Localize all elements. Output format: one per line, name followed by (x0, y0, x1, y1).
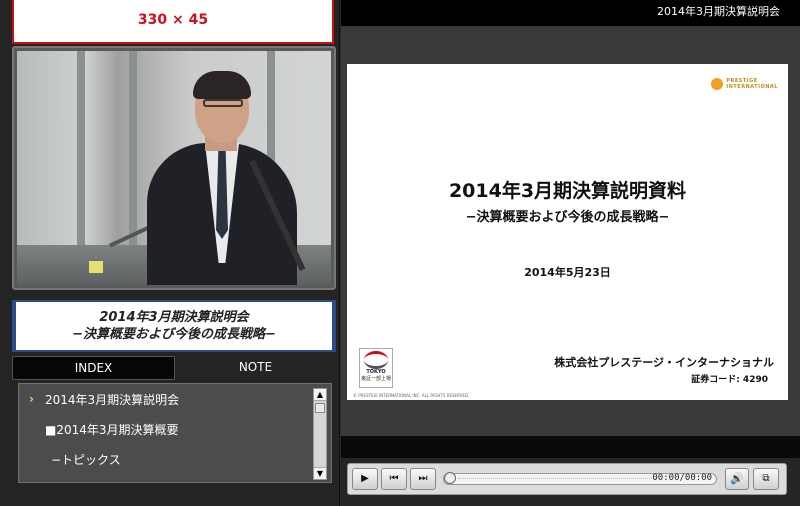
index-item[interactable]: ■2014年3月期決算概要 (19, 414, 331, 444)
slide-date: 2014年5月23日 (524, 266, 611, 279)
speaker-video[interactable] (17, 51, 331, 285)
tab-index[interactable]: INDEX (12, 356, 175, 380)
skip-forward-icon: ⏭ (418, 473, 428, 484)
tab-note[interactable]: NOTE (175, 356, 336, 380)
index-item[interactable]: −トピックス (19, 444, 331, 474)
slide-subtitle: −決算概要および今後の成長戦略− (465, 210, 670, 225)
left-panel: 330 × 45 2014年3月期決算説明会 −決算概要および今後の成長戦略− … (0, 0, 340, 506)
chevron-right-icon: › (29, 392, 34, 406)
seek-handle[interactable] (444, 472, 456, 484)
popout-button[interactable]: ⧉ (753, 468, 779, 490)
copyright: © PRESTIGE INTERNATIONAL INC. ALL RIGHTS… (353, 393, 470, 398)
video-frame (12, 46, 336, 290)
presentation-slide: PRESTIGE INTERNATIONAL 2014年3月期決算説明資料 −決… (347, 64, 788, 400)
index-list: › 2014年3月期決算説明会 ■2014年3月期決算概要 −トピックス ▲ ▼ (18, 383, 332, 483)
logo-text-2: INTERNATIONAL (726, 84, 778, 90)
speaker-icon: 🔊 (730, 472, 744, 485)
tab-bar: INDEX NOTE (12, 356, 336, 380)
player-controls: ▶ ⏮ ⏭ 00:00/00:00 🔊 ⧉ (347, 463, 787, 495)
control-gap (341, 436, 800, 458)
session-title: 2014年3月期決算説明会 −決算概要および今後の成長戦略− (12, 300, 336, 352)
banner-text: 330 × 45 (137, 12, 209, 28)
seek-bar[interactable]: 00:00/00:00 (443, 472, 717, 485)
tse-badge-sub: 東証一部上場 (360, 376, 391, 382)
tse-badge: TOKYO 東証一部上場 (359, 348, 393, 388)
right-panel: 2014年3月期決算説明会 PRESTIGE INTERNATIONAL 201… (341, 0, 800, 506)
previous-button[interactable]: ⏮ (381, 468, 407, 490)
page-title: 2014年3月期決算説明会 (657, 5, 780, 18)
logo-mark-icon (711, 78, 724, 90)
scroll-up-icon[interactable]: ▲ (314, 389, 326, 401)
stock-code: 証券コード: 4290 (691, 375, 768, 385)
slide-area: PRESTIGE INTERNATIONAL 2014年3月期決算説明資料 −決… (341, 26, 800, 436)
volume-button[interactable]: 🔊 (725, 468, 749, 490)
tse-logo-icon (364, 351, 388, 369)
index-item[interactable]: › 2014年3月期決算説明会 (19, 384, 331, 414)
company-name: 株式会社プレステージ・インターナショナル (554, 356, 774, 369)
index-item-label: −トピックス (51, 452, 121, 467)
play-button[interactable]: ▶ (352, 468, 378, 490)
scroll-thumb[interactable] (315, 403, 325, 413)
popout-icon: ⧉ (762, 473, 770, 484)
index-scrollbar[interactable]: ▲ ▼ (313, 388, 327, 480)
scroll-down-icon[interactable]: ▼ (314, 467, 326, 479)
session-title-line1: 2014年3月期決算説明会 (99, 310, 249, 325)
index-item-label: ■2014年3月期決算概要 (45, 422, 179, 437)
index-item-label: 2014年3月期決算説明会 (45, 392, 180, 407)
slide-title: 2014年3月期決算説明資料 (448, 180, 687, 202)
ad-banner[interactable]: 330 × 45 (12, 0, 334, 44)
next-button[interactable]: ⏭ (410, 468, 436, 490)
time-readout: 00:00/00:00 (652, 473, 712, 483)
company-logo: PRESTIGE INTERNATIONAL (711, 78, 778, 90)
skip-back-icon: ⏮ (389, 473, 399, 484)
session-title-line2: −決算概要および今後の成長戦略− (72, 327, 276, 342)
play-icon: ▶ (361, 473, 369, 484)
seek-ticks (458, 478, 656, 481)
